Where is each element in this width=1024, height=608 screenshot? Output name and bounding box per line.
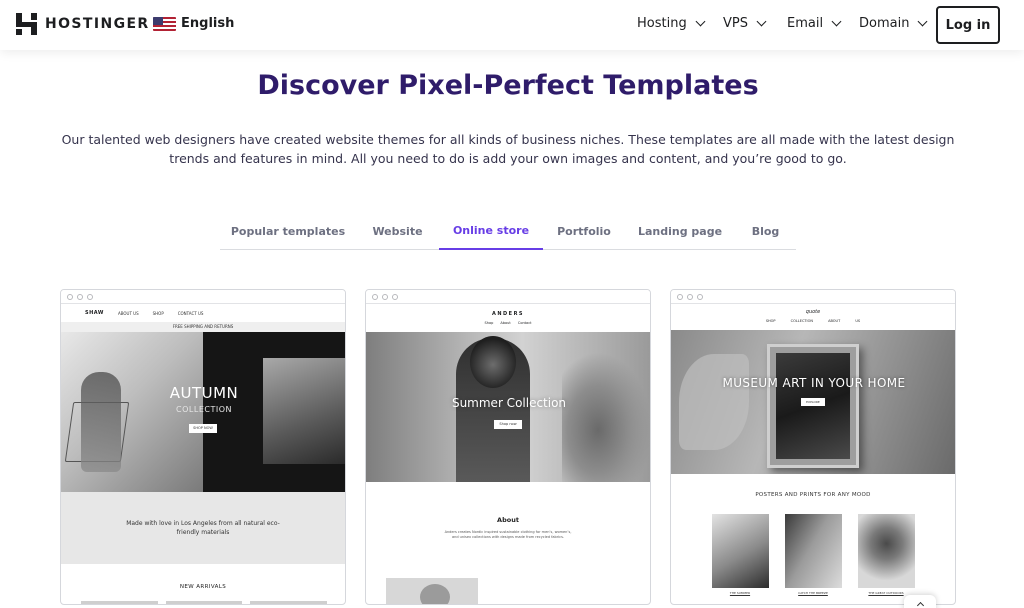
- language-label: English: [181, 16, 235, 31]
- template-nav: SHAW ABOUT US SHOP CONTACT US: [61, 304, 345, 322]
- template-nav: ANDERS Shop About Contact: [366, 304, 650, 332]
- top-navigation-bar: HOSTINGER English Hosting VPS Email Doma…: [0, 0, 1024, 50]
- chevron-down-icon: [918, 16, 928, 27]
- template-prints-row: THE SUMMER CATCH THE BREEZE THE GREAT OU…: [671, 514, 955, 595]
- nav-vps-dropdown[interactable]: VPS: [723, 16, 767, 31]
- tab-blog[interactable]: Blog: [735, 212, 796, 250]
- login-button[interactable]: Log in: [936, 6, 1000, 44]
- scroll-to-top-button[interactable]: [904, 595, 936, 608]
- browser-chrome: [61, 290, 345, 304]
- nav-hosting-label: Hosting: [637, 16, 687, 31]
- template-print: CATCH THE BREEZE: [784, 514, 842, 595]
- template-nav-links: Shop About Contact: [484, 321, 532, 325]
- template-print-caption: THE GREAT OUTDOORS: [868, 591, 904, 595]
- template-nav: quote SHOP COLLECTION ABOUT US: [671, 304, 955, 330]
- template-section-title: NEW ARRIVALS: [179, 584, 227, 590]
- template-hero-image: Summer Collection Shop now: [366, 332, 650, 482]
- template-brand: ANDERS: [491, 311, 525, 317]
- template-headline: AUTUMN: [169, 384, 239, 402]
- chevron-down-icon: [831, 16, 842, 27]
- hostinger-logo[interactable]: HOSTINGER: [16, 13, 150, 35]
- nav-hosting-dropdown[interactable]: Hosting: [637, 16, 706, 31]
- language-selector[interactable]: English: [153, 16, 234, 31]
- template-tagline: Made with love in Los Angeles from all n…: [61, 492, 345, 564]
- template-nav-links: SHOP COLLECTION ABOUT US: [765, 319, 861, 323]
- nav-domain-dropdown[interactable]: Domain: [859, 16, 928, 31]
- template-shipping-banner: FREE SHIPPING AND RETURNS: [61, 322, 345, 332]
- hostinger-logo-icon: [16, 13, 37, 35]
- template-about-photo: [386, 578, 478, 604]
- nav-email-label: Email: [787, 16, 824, 31]
- template-print-caption: THE SUMMER: [729, 591, 751, 595]
- template-explore-button: EXPLORE: [801, 398, 825, 406]
- template-headline: MUSEUM ART IN YOUR HOME: [722, 376, 906, 390]
- nav-email-dropdown[interactable]: Email: [787, 16, 842, 31]
- template-nav-link: ABOUT US: [117, 310, 139, 316]
- template-category-tabs: Popular templates Website Online store P…: [220, 212, 796, 250]
- template-brand: quote: [805, 309, 821, 315]
- chevron-down-icon: [756, 16, 767, 27]
- nav-domain-label: Domain: [859, 16, 910, 31]
- template-headline: Summer Collection: [451, 396, 567, 410]
- template-card-anders[interactable]: ANDERS Shop About Contact Summer Collect…: [365, 289, 651, 605]
- template-shop-button: Shop now: [494, 420, 522, 429]
- template-product-thumbs: [81, 601, 328, 604]
- template-hero-image: AUTUMN COLLECTION SHOP NOW: [61, 332, 345, 492]
- template-card-shaw[interactable]: SHAW ABOUT US SHOP CONTACT US FREE SHIPP…: [60, 289, 346, 605]
- tab-landing-page[interactable]: Landing page: [625, 212, 735, 250]
- us-flag-icon: [153, 16, 176, 31]
- browser-chrome: [671, 290, 955, 304]
- tab-website[interactable]: Website: [356, 212, 439, 250]
- tab-portfolio[interactable]: Portfolio: [543, 212, 625, 250]
- chevron-up-icon: [916, 601, 924, 608]
- chevron-down-icon: [695, 16, 706, 27]
- tab-popular-templates[interactable]: Popular templates: [220, 212, 356, 250]
- template-section-title: POSTERS AND PRINTS FOR ANY MOOD: [755, 492, 871, 498]
- page-description: Our talented web designers have created …: [61, 132, 955, 166]
- template-brand: SHAW: [85, 310, 104, 316]
- nav-vps-label: VPS: [723, 16, 748, 31]
- logo-text: HOSTINGER: [45, 16, 150, 32]
- template-shop-button: SHOP NOW: [189, 424, 217, 433]
- template-about-text: Anders creates Nordic inspired sustainab…: [444, 530, 572, 539]
- template-nav-link: CONTACT US: [177, 310, 204, 316]
- template-section-title: About: [497, 516, 519, 524]
- template-hero-image: MUSEUM ART IN YOUR HOME EXPLORE: [671, 330, 955, 474]
- template-nav-link: SHOP: [152, 310, 164, 316]
- template-print-caption: CATCH THE BREEZE: [798, 591, 828, 595]
- tab-online-store[interactable]: Online store: [439, 212, 543, 250]
- browser-chrome: [366, 290, 650, 304]
- template-print: THE GREAT OUTDOORS: [857, 514, 915, 595]
- template-print: THE SUMMER: [711, 514, 769, 595]
- page-title: Discover Pixel-Perfect Templates: [257, 70, 759, 101]
- template-subheadline: COLLECTION: [176, 405, 232, 414]
- template-card-quote[interactable]: quote SHOP COLLECTION ABOUT US MUSEUM AR…: [670, 289, 956, 605]
